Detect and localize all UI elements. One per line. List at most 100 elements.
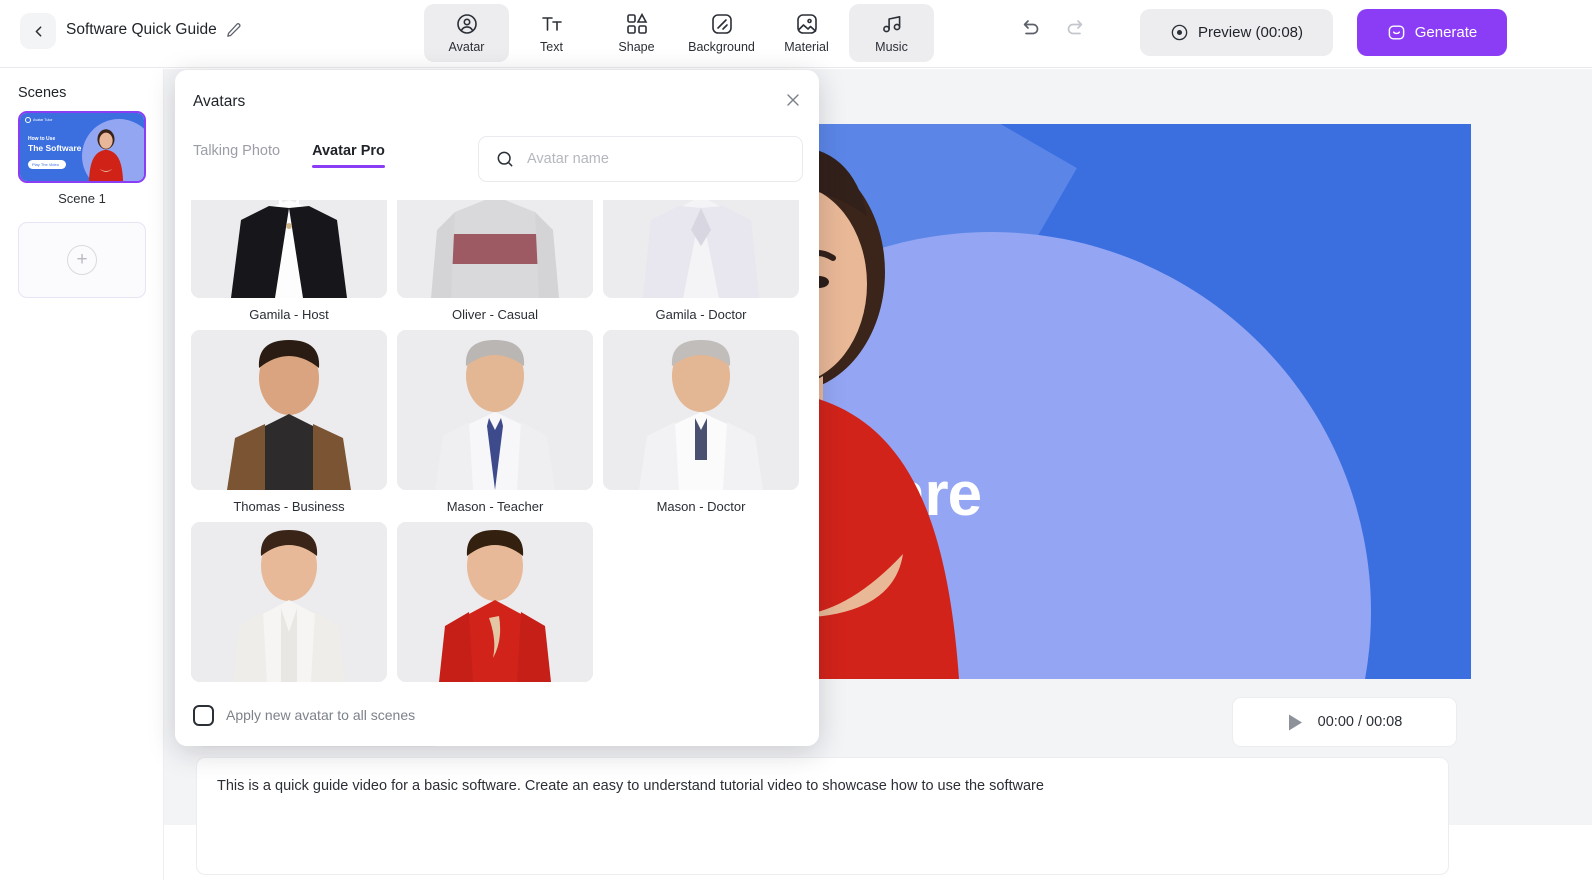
search-icon bbox=[497, 151, 513, 167]
avatar-thumb-5 bbox=[603, 330, 799, 490]
redo-button[interactable] bbox=[1064, 17, 1088, 46]
scene-thumb-logo-text: Avatar Tutor bbox=[33, 118, 53, 122]
scene-thumb-logo: Avatar Tutor bbox=[25, 117, 53, 123]
avatar-name-0: Gamila - Host bbox=[249, 307, 329, 322]
tab-talking-photo[interactable]: Talking Photo bbox=[193, 143, 280, 168]
avatar-thumb-4 bbox=[397, 330, 593, 490]
generate-icon bbox=[1388, 25, 1405, 40]
avatar-image-business-m bbox=[191, 330, 387, 490]
top-bar: Software Quick Guide Avatar Text Shape B… bbox=[0, 0, 1592, 68]
tab-shape-label: Shape bbox=[618, 40, 655, 55]
avatar-card-6[interactable]: Amelia - Fashion bbox=[191, 522, 387, 706]
tab-avatar-label: Avatar bbox=[448, 40, 485, 55]
apply-all-scenes-checkbox[interactable] bbox=[193, 704, 214, 726]
tab-background[interactable]: Background bbox=[679, 4, 764, 62]
avatar-card-3[interactable]: Thomas - Business bbox=[191, 330, 387, 514]
tool-tabs: Avatar Text Shape Background Material Mu… bbox=[424, 4, 934, 62]
shape-icon bbox=[626, 13, 647, 35]
avatar-name-5: Mason - Doctor bbox=[656, 499, 746, 514]
avatar-name-4: Mason - Teacher bbox=[446, 499, 544, 514]
search-input[interactable] bbox=[527, 151, 777, 167]
play-icon bbox=[1288, 714, 1302, 730]
avatar-thumb-3 bbox=[191, 330, 387, 490]
avatar-grid-scroll[interactable]: Gamila - Host Oliver - Casual Gamila - D… bbox=[175, 200, 819, 746]
avatar-name-2: Gamila - Doctor bbox=[655, 307, 747, 322]
avatar-search[interactable] bbox=[478, 136, 803, 182]
avatar-image-business-f bbox=[397, 522, 593, 682]
tab-music[interactable]: Music bbox=[849, 4, 934, 62]
scene-thumb-line1: How to Use bbox=[28, 136, 56, 142]
avatar-thumb-1 bbox=[397, 200, 593, 298]
back-button[interactable] bbox=[20, 13, 56, 49]
avatar-card-1[interactable]: Oliver - Casual bbox=[397, 200, 593, 322]
avatar-thumb-7 bbox=[397, 522, 593, 682]
avatar-image-doctor-f bbox=[603, 200, 799, 298]
undo-icon bbox=[1023, 20, 1039, 35]
modal-title: Avatars bbox=[193, 93, 246, 110]
avatar-image-fashion bbox=[191, 522, 387, 682]
chevron-left-icon bbox=[35, 25, 41, 37]
tab-background-label: Background bbox=[688, 40, 755, 55]
add-scene-button[interactable]: + bbox=[18, 222, 146, 298]
play-timecode[interactable]: 00:00 / 00:08 bbox=[1232, 697, 1457, 747]
app-root: Software Quick Guide Avatar Text Shape B… bbox=[0, 0, 1592, 880]
tab-text[interactable]: Text bbox=[509, 4, 594, 62]
scene-thumb-pill: Play The Video bbox=[28, 160, 66, 169]
tab-avatar[interactable]: Avatar bbox=[424, 4, 509, 62]
avatar-grid: Gamila - Host Oliver - Casual Gamila - D… bbox=[191, 200, 803, 714]
avatar-icon bbox=[456, 14, 477, 35]
redo-icon bbox=[1067, 20, 1083, 35]
apply-all-scenes-label: Apply new avatar to all scenes bbox=[226, 707, 416, 723]
avatar-thumb-2 bbox=[603, 200, 799, 298]
close-icon bbox=[787, 94, 799, 106]
generate-button[interactable]: Generate bbox=[1357, 9, 1507, 56]
avatar-image-teacher bbox=[397, 330, 593, 490]
generate-label: Generate bbox=[1414, 24, 1478, 41]
scene-thumb-avatar bbox=[88, 129, 124, 181]
avatar-card-2[interactable]: Gamila - Doctor bbox=[603, 200, 799, 322]
avatar-name-3: Thomas - Business bbox=[233, 499, 345, 514]
play-circle-icon bbox=[1171, 24, 1188, 41]
material-icon bbox=[796, 14, 817, 35]
avatar-thumb-6 bbox=[191, 522, 387, 682]
script-textarea[interactable]: This is a quick guide video for a basic … bbox=[196, 757, 1449, 875]
avatar-card-5[interactable]: Mason - Doctor bbox=[603, 330, 799, 514]
avatar-card-4[interactable]: Mason - Teacher bbox=[397, 330, 593, 514]
scenes-panel: Scenes Avatar Tutor How to Use The Softw… bbox=[0, 69, 164, 880]
tab-shape[interactable]: Shape bbox=[594, 4, 679, 62]
tab-avatar-pro[interactable]: Avatar Pro bbox=[312, 143, 385, 168]
tab-material-label: Material bbox=[784, 40, 829, 55]
avatar-name-1: Oliver - Casual bbox=[452, 307, 538, 322]
time-display: 00:00 / 00:08 bbox=[1317, 714, 1403, 730]
scene-thumbnail-1[interactable]: Avatar Tutor How to Use The Software Pla… bbox=[18, 111, 146, 183]
edit-title-button[interactable] bbox=[225, 22, 242, 44]
tab-material[interactable]: Material bbox=[764, 4, 849, 62]
scene-thumb-logo-dot bbox=[25, 117, 31, 123]
avatar-thumb-0 bbox=[191, 200, 387, 298]
avatar-card-7[interactable]: Amelia - Business bbox=[397, 522, 593, 706]
avatar-card-0[interactable]: Gamila - Host bbox=[191, 200, 387, 322]
pencil-icon bbox=[227, 23, 241, 37]
avatar-image-casual bbox=[397, 200, 593, 298]
scene-label-1: Scene 1 bbox=[58, 191, 106, 206]
scene-thumb-image: Avatar Tutor How to Use The Software Pla… bbox=[20, 113, 144, 181]
scene-thumb-line2: The Software bbox=[28, 143, 82, 153]
undo-button[interactable] bbox=[1018, 17, 1042, 46]
modal-close-button[interactable] bbox=[783, 90, 803, 115]
plus-icon: + bbox=[67, 245, 97, 275]
text-icon bbox=[541, 17, 562, 32]
page-title: Software Quick Guide bbox=[66, 21, 217, 38]
tab-text-label: Text bbox=[540, 40, 563, 55]
tab-music-label: Music bbox=[875, 40, 908, 55]
avatar-image-host bbox=[191, 200, 387, 298]
avatars-modal: Avatars Talking Photo Avatar Pro Avatar … bbox=[175, 70, 819, 746]
modal-tabs: Talking Photo Avatar Pro bbox=[193, 143, 417, 168]
avatar-image-doctor-m bbox=[603, 330, 799, 490]
preview-label: Preview (00:08) bbox=[1197, 24, 1304, 41]
music-icon bbox=[882, 16, 900, 33]
preview-button[interactable]: Preview (00:08) bbox=[1140, 9, 1333, 56]
history-controls bbox=[1018, 17, 1088, 46]
modal-footer: Apply new avatar to all scenes bbox=[175, 684, 819, 746]
scenes-title: Scenes bbox=[18, 85, 67, 101]
background-icon bbox=[711, 14, 732, 35]
